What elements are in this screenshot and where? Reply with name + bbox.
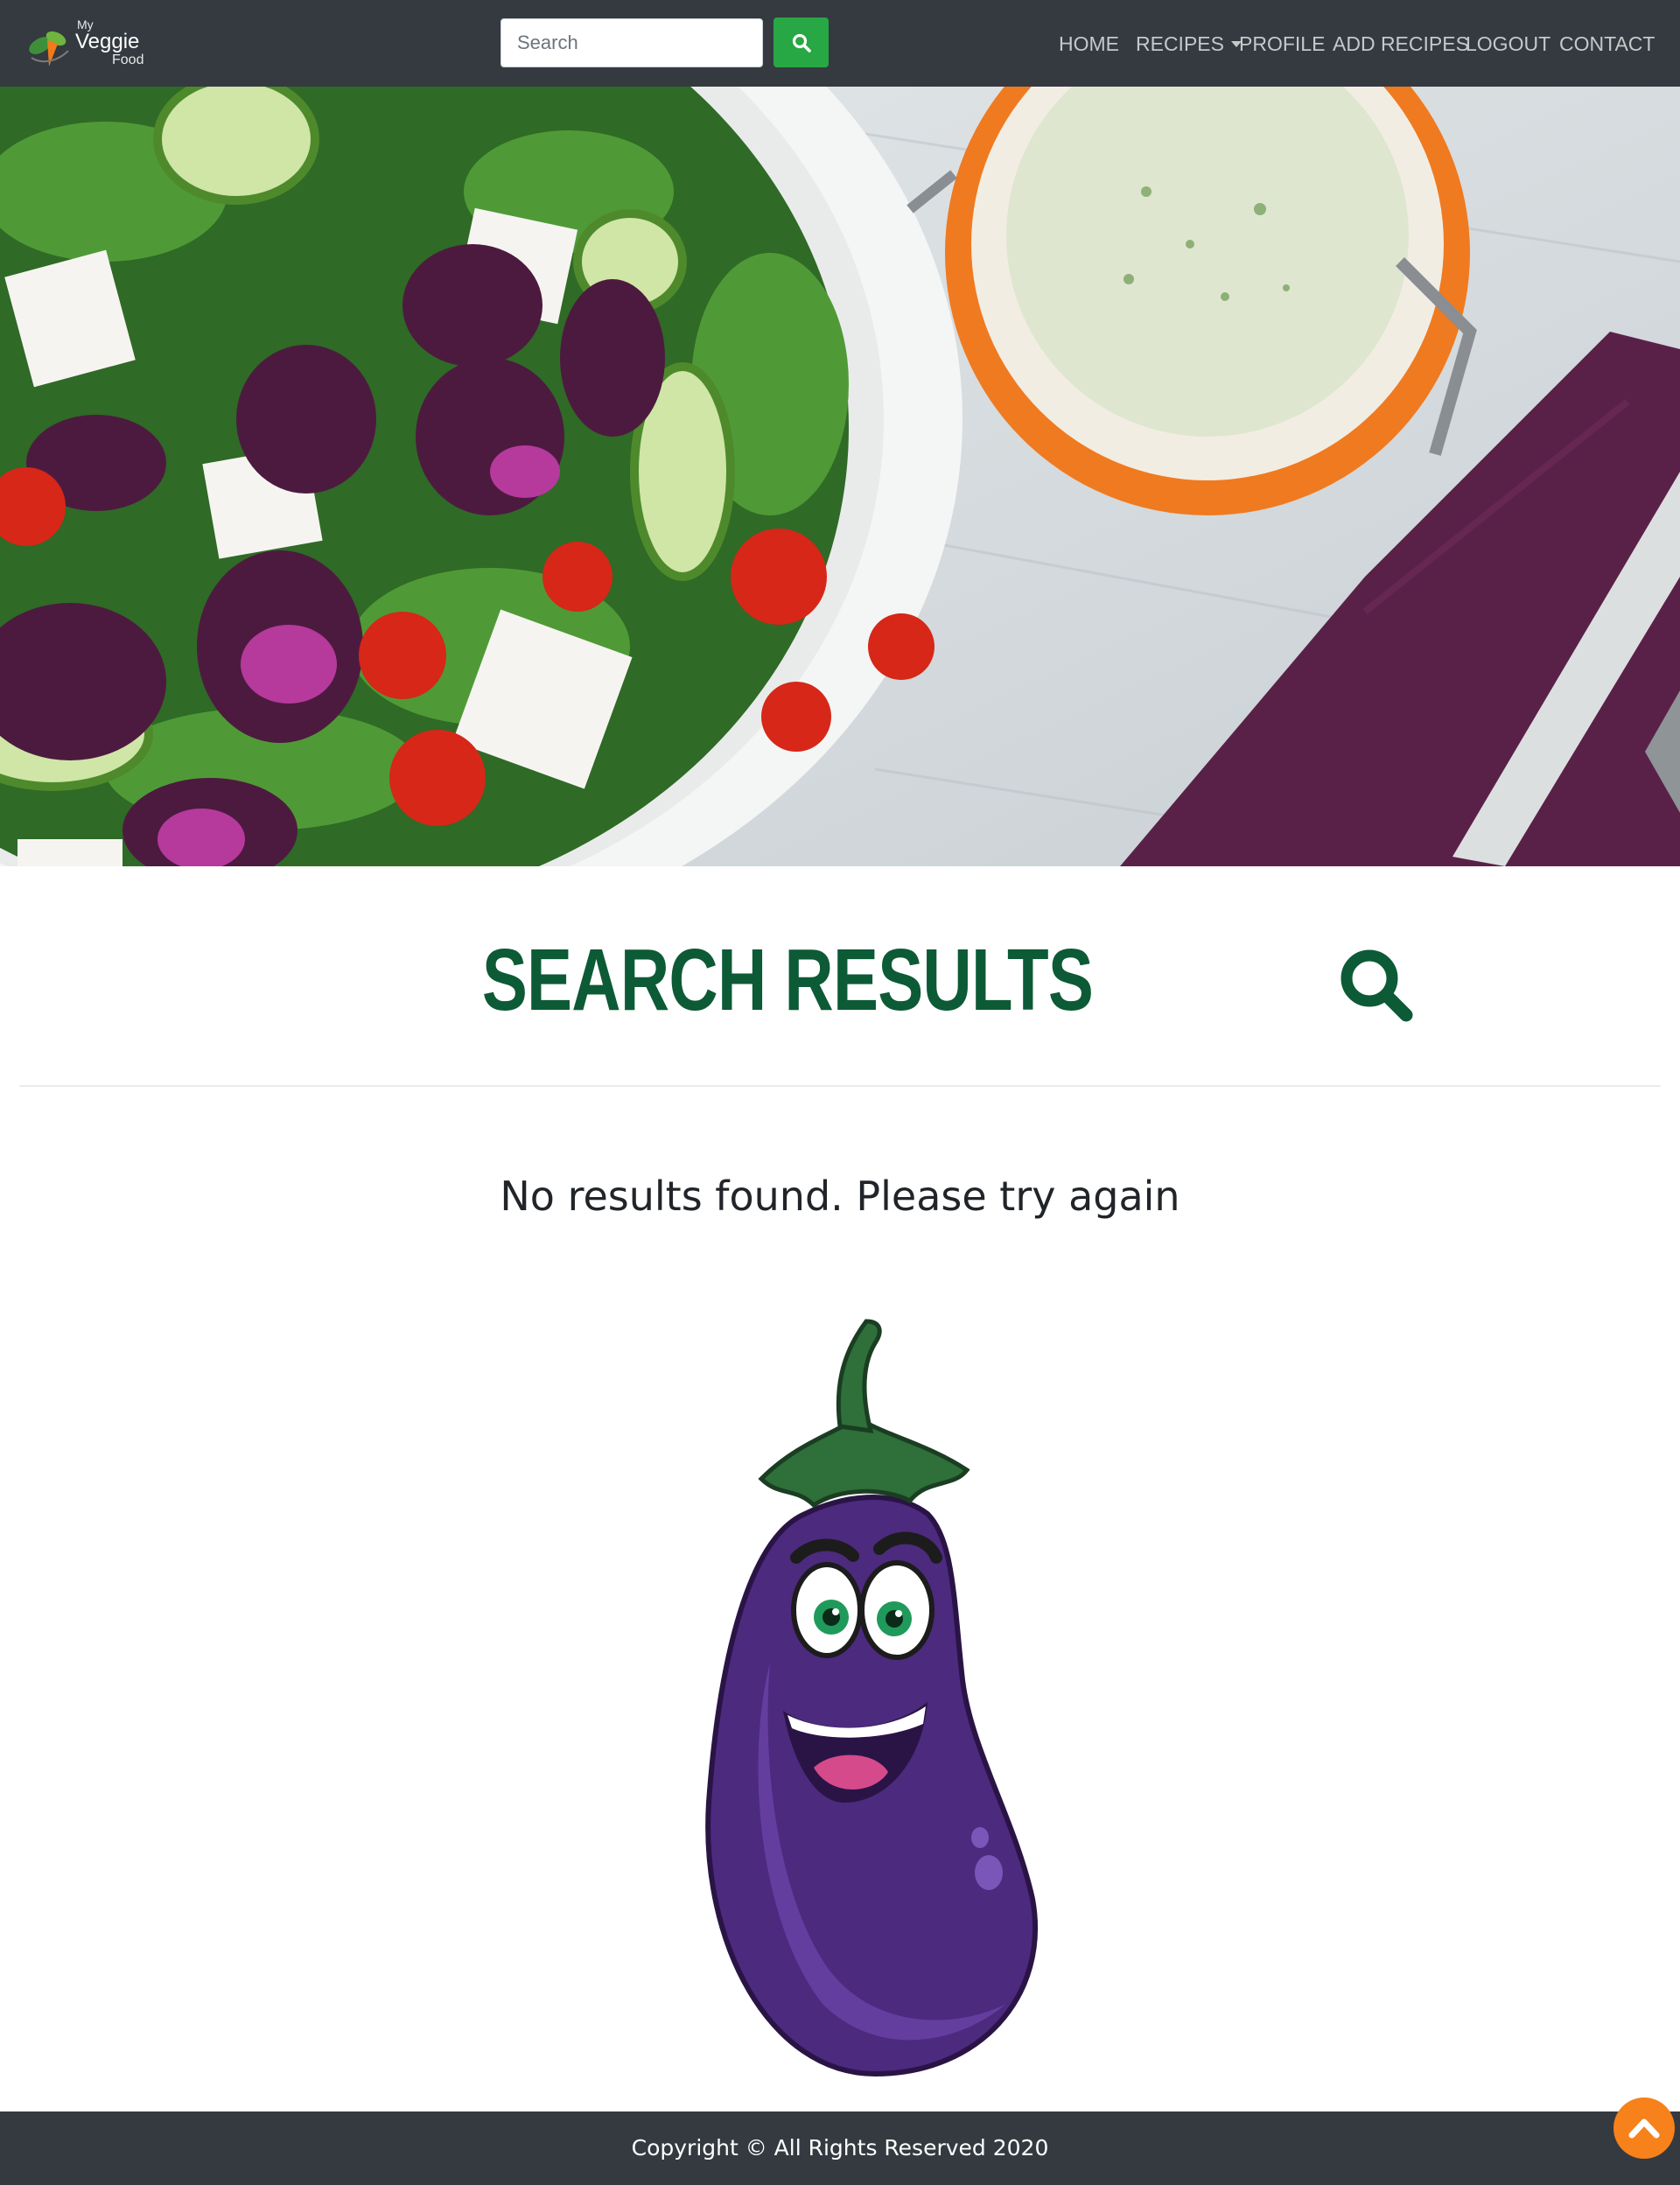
page-footer: Copyright © All Rights Reserved 2020 [0, 2111, 1680, 2185]
search-results-heading: SEARCH RESULTS [0, 928, 1680, 1033]
nav-contact[interactable]: CONTACT [1559, 28, 1655, 60]
nav-recipes[interactable]: RECIPES [1136, 28, 1242, 60]
no-results-message: No results found. Please try again [500, 1173, 1180, 1220]
page-title: SEARCH RESULTS [481, 930, 1094, 1029]
divider [19, 1085, 1661, 1087]
logo-text-veggie: Veggie [75, 30, 140, 53]
brand-logo[interactable]: My Veggie Food [23, 16, 154, 72]
chevron-up-icon [1628, 2118, 1660, 2139]
search-icon [1340, 949, 1413, 1022]
search-button[interactable] [774, 18, 829, 67]
search-input[interactable] [500, 18, 763, 67]
logo-text-food: Food [112, 53, 144, 67]
top-navbar: My Veggie Food HOME RECIPES PROFILE ADD … [0, 0, 1680, 87]
eggplant-mascot-image [705, 1319, 1039, 2077]
back-to-top-button[interactable] [1614, 2097, 1675, 2159]
search-icon [792, 33, 811, 53]
nav-recipes-label: RECIPES [1136, 32, 1224, 55]
nav-logout[interactable]: LOGOUT [1466, 28, 1550, 60]
hero-illustration [0, 87, 1680, 866]
nav-home[interactable]: HOME [1059, 28, 1119, 60]
veggie-logo-icon [29, 31, 69, 67]
nav-add-recipes[interactable]: ADD RECIPES [1333, 28, 1469, 60]
copyright-text: Copyright © All Rights Reserved 2020 [631, 2135, 1049, 2160]
hero-salad-image [0, 87, 1680, 866]
nav-profile[interactable]: PROFILE [1239, 28, 1325, 60]
